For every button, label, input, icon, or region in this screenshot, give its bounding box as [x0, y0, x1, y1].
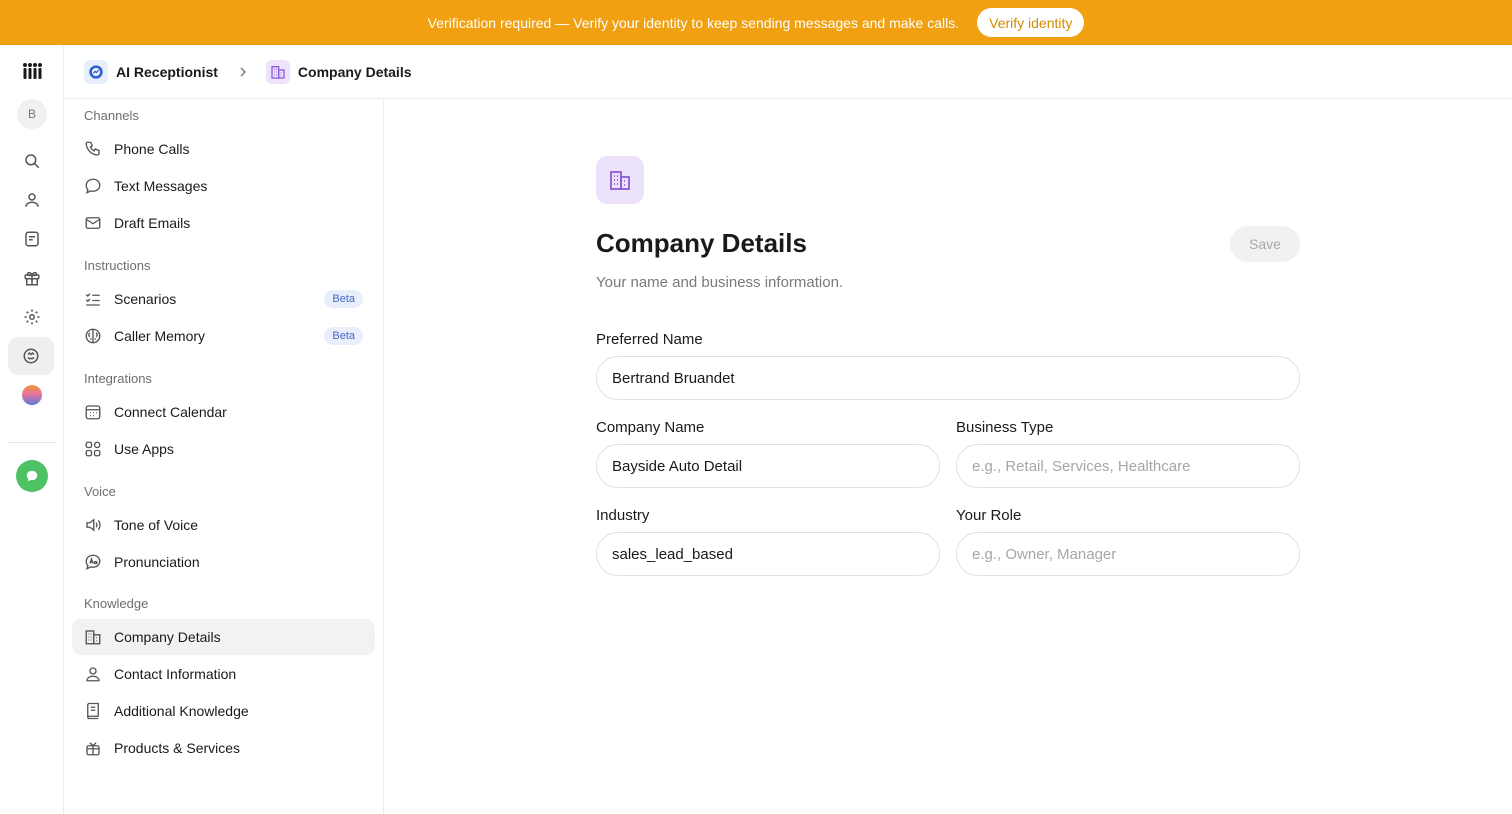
your-role-field[interactable]: e.g., Owner, Manager — [956, 532, 1300, 576]
save-button[interactable]: Save — [1230, 226, 1300, 262]
sidebar-item-label: Contact Information — [114, 666, 237, 682]
page-subtitle: Your name and business information. — [596, 274, 844, 291]
sidebar-item-phone-calls[interactable]: Phone Calls — [72, 131, 375, 167]
speaker-icon — [84, 516, 102, 534]
rail-notes[interactable] — [12, 221, 52, 257]
section-label-voice: Voice — [84, 484, 116, 499]
sidebar-item-caller-memory[interactable]: Caller Memory Beta — [72, 318, 375, 354]
person-icon — [84, 665, 102, 683]
chat-bubble-icon — [84, 177, 102, 195]
rail-orb[interactable] — [12, 377, 52, 413]
breadcrumb-company-details: Company Details — [265, 59, 412, 84]
breadcrumb-ai-receptionist[interactable]: AI Receptionist — [84, 59, 218, 84]
avatar: B — [17, 99, 47, 129]
verification-banner: Verification required — Verify your iden… — [0, 0, 1512, 45]
section-label-instructions: Instructions — [84, 258, 151, 273]
industry-field[interactable]: sales_lead_based — [596, 532, 940, 576]
sidebar-item-label: Draft Emails — [114, 215, 191, 231]
sidebar-item-contact-information[interactable]: Contact Information — [72, 656, 375, 692]
person-icon — [25, 193, 39, 207]
breadcrumb-root-label: AI Receptionist — [116, 63, 218, 80]
business-type-label: Business Type — [956, 419, 1054, 436]
verify-identity-button[interactable]: Verify identity — [977, 8, 1085, 37]
sidebar-item-draft-emails[interactable]: Draft Emails — [72, 205, 375, 241]
section-label-integrations: Integrations — [84, 371, 152, 386]
calendar-icon — [84, 403, 102, 421]
breadcrumb-current-label: Company Details — [297, 63, 412, 80]
rail-contacts[interactable] — [12, 182, 52, 218]
search-icon — [25, 154, 40, 169]
preferred-name-label: Preferred Name — [596, 331, 703, 348]
sidebar-item-label: Products & Services — [114, 740, 241, 756]
sidebar-item-label: Caller Memory — [114, 328, 206, 344]
pronunciation-icon — [84, 553, 102, 571]
sidebar-item-label: Phone Calls — [114, 141, 190, 157]
sidebar-item-label: Connect Calendar — [114, 404, 227, 420]
beta-badge: Beta — [324, 327, 363, 345]
rail-ai-receptionist[interactable] — [8, 337, 54, 375]
sidebar-item-label: Tone of Voice — [114, 517, 199, 533]
building-icon — [84, 628, 102, 646]
sidebar-item-text-messages[interactable]: Text Messages — [72, 168, 375, 204]
section-label-knowledge: Knowledge — [84, 596, 149, 611]
rail-settings[interactable] — [12, 299, 52, 335]
sidebar-item-company-details[interactable]: Company Details — [72, 619, 375, 655]
orb-icon — [22, 385, 42, 405]
sidebar-item-connect-calendar[interactable]: Connect Calendar — [72, 394, 375, 430]
rail-chat-support[interactable] — [12, 458, 52, 494]
app-logo[interactable] — [12, 53, 52, 89]
gift-icon — [24, 271, 40, 286]
sidebar-item-label: Text Messages — [114, 178, 208, 194]
logo-icon — [23, 63, 42, 79]
book-icon — [84, 702, 102, 720]
sidebar-item-additional-knowledge[interactable]: Additional Knowledge — [72, 693, 375, 729]
business-type-field[interactable]: e.g., Retail, Services, Healthcare — [956, 444, 1300, 488]
chevron-right-icon — [238, 66, 248, 77]
sidebar-item-scenarios[interactable]: Scenarios Beta — [72, 281, 375, 317]
sidebar-item-label: Scenarios — [114, 291, 177, 307]
rail-divider — [8, 442, 56, 443]
brain-icon — [84, 327, 102, 345]
sidebar-item-use-apps[interactable]: Use Apps — [72, 431, 375, 467]
page-title: Company Details — [596, 228, 807, 258]
apps-grid-icon — [84, 440, 102, 458]
ai-receptionist-icon — [84, 59, 108, 84]
rail-search[interactable] — [12, 143, 52, 179]
phone-icon — [84, 140, 102, 158]
section-label-channels: Channels — [84, 108, 139, 123]
account-avatar[interactable]: B — [12, 96, 52, 132]
sidebar-item-label: Additional Knowledge — [114, 703, 249, 719]
note-icon — [25, 231, 39, 247]
sidebar-item-products-services[interactable]: Products & Services — [72, 730, 375, 766]
sidebar-item-tone-of-voice[interactable]: Tone of Voice — [72, 507, 375, 543]
beta-badge: Beta — [324, 290, 363, 308]
mail-icon — [84, 214, 102, 232]
company-name-label: Company Name — [596, 419, 705, 436]
gift-box-icon — [84, 739, 102, 757]
sidebar-item-label: Use Apps — [114, 441, 174, 457]
chat-support-icon — [16, 460, 48, 492]
rail-gifts[interactable] — [12, 260, 52, 296]
preferred-name-field[interactable]: Bertrand Bruandet — [596, 356, 1300, 400]
settings-sidebar: Channels Phone Calls Text Messages Draft… — [64, 99, 384, 814]
icon-rail: B — [0, 45, 64, 814]
sidebar-item-pronunciation[interactable]: Pronunciation — [72, 544, 375, 580]
sidebar-item-label: Pronunciation — [114, 554, 200, 570]
building-icon — [265, 59, 290, 84]
company-details-panel: Company Details Your name and business i… — [384, 99, 1512, 814]
sidebar-item-label: Company Details — [114, 629, 221, 645]
industry-label: Industry — [596, 507, 650, 524]
checklist-icon — [84, 290, 102, 308]
your-role-label: Your Role — [956, 507, 1022, 524]
gear-icon — [24, 309, 40, 325]
company-name-field[interactable]: Bayside Auto Detail — [596, 444, 940, 488]
breadcrumb: AI Receptionist Company Details — [64, 45, 1512, 99]
verification-message: Verification required — Verify your iden… — [427, 14, 960, 31]
building-icon — [596, 156, 644, 204]
ai-face-icon — [23, 348, 39, 364]
